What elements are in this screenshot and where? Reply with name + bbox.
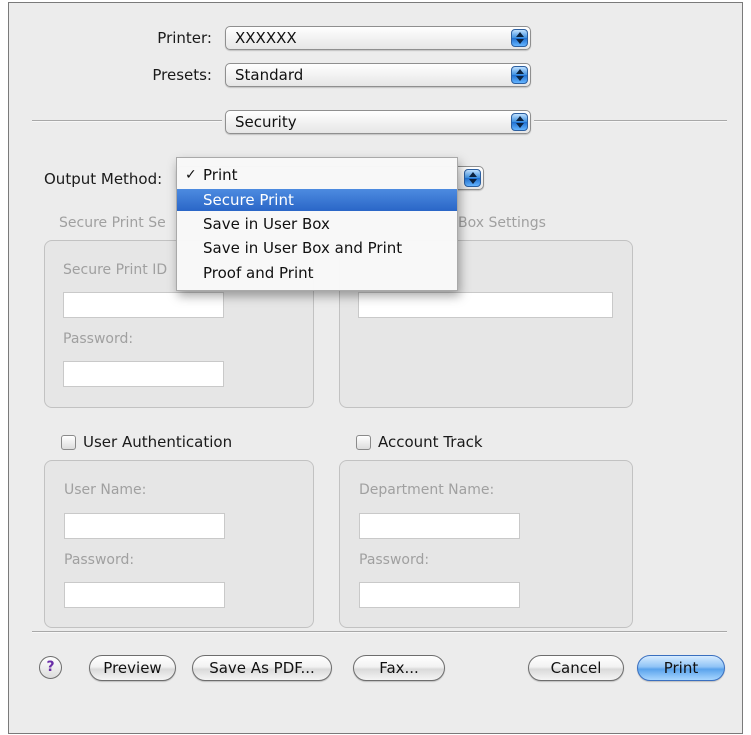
account-password-field[interactable] <box>359 582 520 608</box>
print-button[interactable]: Print <box>637 655 725 681</box>
user-authentication-checkbox[interactable] <box>61 435 76 450</box>
bottom-separator <box>32 631 727 633</box>
account-password-label: Password: <box>359 552 430 568</box>
checkmark-icon: ✓ <box>185 167 197 183</box>
secure-print-password-field[interactable] <box>63 361 224 387</box>
user-name-field[interactable] <box>64 513 225 539</box>
save-as-pdf-button[interactable]: Save As PDF... <box>192 655 332 681</box>
menu-item-label: Save in User Box and Print <box>203 239 403 257</box>
menu-item-proof-and-print[interactable]: Proof and Print <box>177 262 457 284</box>
pane-separator-left <box>32 120 222 122</box>
menu-item-label: Print <box>203 166 238 184</box>
popup-arrows-icon <box>511 29 528 47</box>
user-name-label: User Name: <box>64 482 147 498</box>
department-name-label: Department Name: <box>359 482 495 498</box>
printer-popup[interactable]: XXXXXX <box>225 26 531 50</box>
user-password-label: Password: <box>64 552 135 568</box>
popup-arrows-icon <box>511 113 528 131</box>
menu-item-save-in-user-box-and-print[interactable]: Save in User Box and Print <box>177 237 457 259</box>
secure-print-id-label: Secure Print ID <box>63 262 168 278</box>
secure-print-password-label: Password: <box>63 331 134 347</box>
user-box-settings-title: Box Settings <box>458 215 546 231</box>
presets-value: Standard <box>235 66 304 84</box>
department-name-field[interactable] <box>359 513 520 539</box>
menu-item-label: Proof and Print <box>203 264 314 282</box>
help-button[interactable]: ? <box>39 656 62 679</box>
menu-item-label: Secure Print <box>203 191 294 209</box>
menu-item-secure-print[interactable]: Secure Print <box>177 189 457 211</box>
printer-label: Printer: <box>157 29 212 47</box>
account-track-checkbox[interactable] <box>356 435 371 450</box>
menu-item-save-in-user-box[interactable]: Save in User Box <box>177 213 457 235</box>
user-password-field[interactable] <box>64 582 225 608</box>
pane-value: Security <box>235 113 297 131</box>
preview-button[interactable]: Preview <box>89 655 176 681</box>
presets-label: Presets: <box>152 66 212 84</box>
cancel-button[interactable]: Cancel <box>528 655 624 681</box>
pane-popup[interactable]: Security <box>225 110 531 134</box>
menu-item-label: Save in User Box <box>203 215 330 233</box>
account-track-label: Account Track <box>378 433 483 451</box>
popup-arrows-icon <box>511 66 528 84</box>
secure-print-id-field[interactable] <box>63 292 224 318</box>
user-authentication-label: User Authentication <box>83 433 233 451</box>
output-method-label: Output Method: <box>44 170 163 188</box>
secure-print-settings-title: Secure Print Se <box>59 215 166 231</box>
printer-value: XXXXXX <box>235 29 297 47</box>
fax-button[interactable]: Fax... <box>353 655 445 681</box>
user-box-field[interactable] <box>358 292 613 318</box>
output-method-menu: ✓ Print Secure Print Save in User Box Sa… <box>176 157 458 291</box>
presets-popup[interactable]: Standard <box>225 63 531 87</box>
popup-arrows-icon <box>464 169 481 187</box>
menu-item-print[interactable]: ✓ Print <box>177 164 457 186</box>
pane-separator-right <box>534 120 727 122</box>
